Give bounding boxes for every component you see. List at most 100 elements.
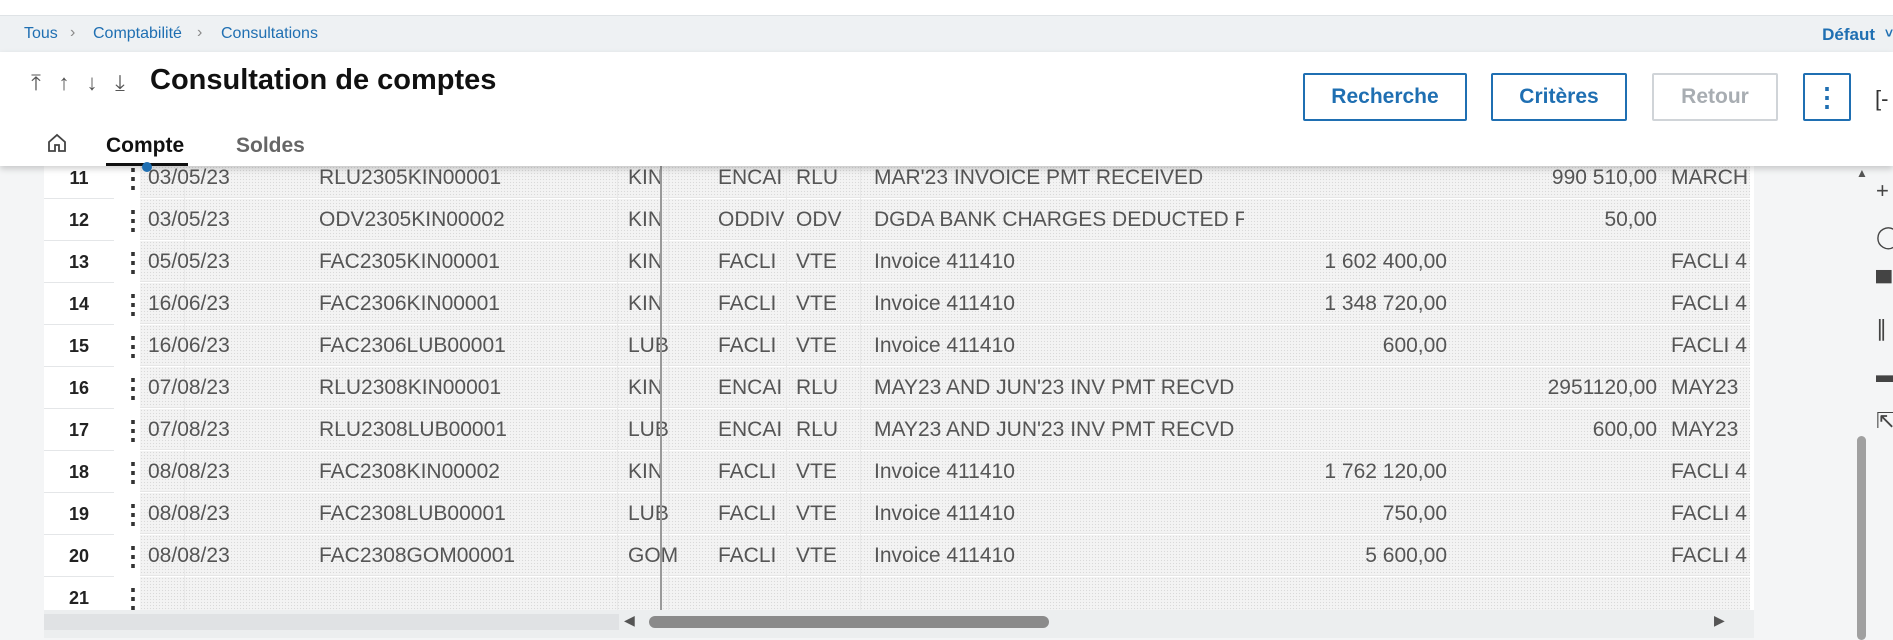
cell-label[interactable] [874, 577, 1244, 610]
cell-site[interactable]: LUB [628, 409, 688, 451]
table-row[interactable]: 15 ⋮ 16/06/23 FAC2306LUB00001 LUB FACLI VTE Inv… [44, 325, 1754, 367]
last-record-icon[interactable]: ⤓ [110, 70, 130, 96]
cell-piece[interactable]: FAC2308KIN00002 [319, 451, 544, 493]
cell-journal[interactable]: FACLI [718, 241, 788, 283]
cell-debit[interactable]: 1 602 400,00 [1294, 241, 1447, 283]
cell-type[interactable]: VTE [796, 325, 856, 367]
cell-piece[interactable]: FAC2308LUB00001 [319, 493, 544, 535]
cell-piece[interactable]: RLU2308LUB00001 [319, 409, 544, 451]
cell-type[interactable] [796, 577, 856, 610]
cell-site[interactable]: GOM [628, 535, 688, 577]
cell-journal[interactable]: ENCAI [718, 409, 788, 451]
cell-date[interactable]: 03/05/23 [148, 199, 278, 241]
cell-debit[interactable]: 750,00 [1294, 493, 1447, 535]
row-menu-icon[interactable]: ⋮ [120, 493, 140, 535]
cell-journal[interactable]: FACLI [718, 325, 788, 367]
cell-journal[interactable]: FACLI [718, 451, 788, 493]
default-selector[interactable]: Défaut ˅ [1822, 25, 1893, 45]
cell-type[interactable]: VTE [796, 283, 856, 325]
cell-date[interactable]: 08/08/23 [148, 535, 278, 577]
cell-date[interactable]: 03/05/23 [148, 166, 278, 199]
cell-credit[interactable] [1474, 451, 1657, 493]
cell-debit[interactable] [1294, 166, 1447, 199]
table-row[interactable]: 13 ⋮ 05/05/23 FAC2305KIN00001 KIN FACLI VTE Inv… [44, 241, 1754, 283]
cell-label[interactable]: Invoice 411410 [874, 493, 1244, 535]
home-icon[interactable] [46, 132, 68, 159]
cell-label[interactable]: Invoice 411410 [874, 451, 1244, 493]
row-menu-icon[interactable]: ⋮ [120, 367, 140, 409]
cell-label[interactable]: Invoice 411410 [874, 283, 1244, 325]
cell-date[interactable] [148, 577, 278, 610]
table-row[interactable]: 11 ⋮ 03/05/23 RLU2305KIN00001 KIN ENCAI RLU MAR… [44, 166, 1754, 199]
table-row[interactable]: 19 ⋮ 08/08/23 FAC2308LUB00001 LUB FACLI VTE Inv… [44, 493, 1754, 535]
table-row[interactable]: 16 ⋮ 07/08/23 RLU2308KIN00001 KIN ENCAI RLU MAY… [44, 367, 1754, 409]
cell-credit[interactable] [1474, 325, 1657, 367]
cell-debit[interactable] [1294, 577, 1447, 610]
cell-type[interactable]: VTE [796, 535, 856, 577]
cell-type[interactable]: ODV [796, 199, 856, 241]
refresh-icon[interactable]: ◯ [1876, 224, 1893, 250]
cell-reference[interactable]: FACLI 4 [1671, 493, 1754, 535]
breadcrumb-consultations[interactable]: Consultations [221, 25, 318, 43]
cell-reference[interactable]: MARCH [1671, 166, 1754, 199]
cell-reference[interactable]: FACLI 4 [1671, 241, 1754, 283]
tab-soldes[interactable]: Soldes [236, 134, 305, 158]
scroll-right-icon[interactable]: ▶ [1714, 612, 1725, 629]
comment-icon[interactable]: ▬ [1876, 362, 1893, 388]
cell-label[interactable]: MAY23 AND JUN'23 INV PMT RECVD [874, 367, 1244, 409]
row-menu-icon[interactable]: ⋮ [120, 199, 140, 241]
cell-credit[interactable] [1474, 283, 1657, 325]
horizontal-scrollbar-thumb[interactable] [649, 616, 1049, 628]
cell-journal[interactable]: ENCAI [718, 166, 788, 199]
cell-journal[interactable] [718, 577, 788, 610]
cell-debit[interactable]: 5 600,00 [1294, 535, 1447, 577]
row-menu-icon[interactable]: ⋮ [120, 325, 140, 367]
cell-piece[interactable]: FAC2306KIN00001 [319, 283, 544, 325]
cell-debit[interactable] [1294, 199, 1447, 241]
attachment-icon[interactable]: ∥ [1876, 316, 1887, 342]
breadcrumb-comptabilite[interactable]: Comptabilité [93, 25, 182, 43]
cell-site[interactable]: KIN [628, 241, 688, 283]
cell-date[interactable]: 08/08/23 [148, 493, 278, 535]
tab-compte[interactable]: Compte [106, 134, 184, 158]
cell-debit[interactable]: 1 762 120,00 [1294, 451, 1447, 493]
cell-journal[interactable]: FACLI [718, 535, 788, 577]
table-row[interactable]: 14 ⋮ 16/06/23 FAC2306KIN00001 KIN FACLI VTE Inv… [44, 283, 1754, 325]
cell-label[interactable]: MAR'23 INVOICE PMT RECEIVED [874, 166, 1244, 199]
scroll-up-icon[interactable]: ▲ [1856, 166, 1868, 180]
next-record-icon[interactable]: ↓ [82, 70, 102, 96]
cell-credit[interactable] [1474, 577, 1657, 610]
cell-label[interactable]: Invoice 411410 [874, 241, 1244, 283]
cell-site[interactable]: KIN [628, 367, 688, 409]
cell-site[interactable]: LUB [628, 493, 688, 535]
cell-site[interactable]: KIN [628, 283, 688, 325]
table-row[interactable]: 18 ⋮ 08/08/23 FAC2308KIN00002 KIN FACLI VTE Inv… [44, 451, 1754, 493]
row-menu-icon[interactable]: ⋮ [120, 451, 140, 493]
cell-credit[interactable]: 2951120,00 [1474, 367, 1657, 409]
cell-reference[interactable] [1671, 199, 1754, 241]
row-menu-icon[interactable]: ⋮ [120, 577, 140, 610]
cell-reference[interactable]: FACLI 4 [1671, 535, 1754, 577]
cell-credit[interactable] [1474, 493, 1657, 535]
cell-journal[interactable]: FACLI [718, 493, 788, 535]
cell-reference[interactable]: FACLI 4 [1671, 451, 1754, 493]
scroll-left-icon[interactable]: ◀ [624, 612, 635, 629]
cell-reference[interactable] [1671, 577, 1754, 610]
cell-piece[interactable] [319, 577, 544, 610]
previous-record-icon[interactable]: ↑ [54, 70, 74, 96]
cell-site[interactable] [628, 577, 688, 610]
cell-reference[interactable]: FACLI 4 [1671, 283, 1754, 325]
row-menu-icon[interactable]: ⋮ [120, 241, 140, 283]
cell-site[interactable]: KIN [628, 199, 688, 241]
cell-type[interactable]: VTE [796, 241, 856, 283]
exit-icon[interactable]: [- [1875, 86, 1888, 112]
row-menu-icon[interactable]: ⋮ [120, 166, 140, 199]
breadcrumb-tous[interactable]: Tous [24, 25, 58, 43]
cell-type[interactable]: RLU [796, 409, 856, 451]
first-record-icon[interactable]: ⤒ [26, 70, 46, 96]
cell-credit[interactable] [1474, 241, 1657, 283]
cell-journal[interactable]: FACLI [718, 283, 788, 325]
cell-reference[interactable]: FACLI 4 [1671, 325, 1754, 367]
horizontal-scrollbar[interactable]: ◀ ▶ [44, 610, 1754, 638]
cell-reference[interactable]: MAY23 [1671, 409, 1754, 451]
